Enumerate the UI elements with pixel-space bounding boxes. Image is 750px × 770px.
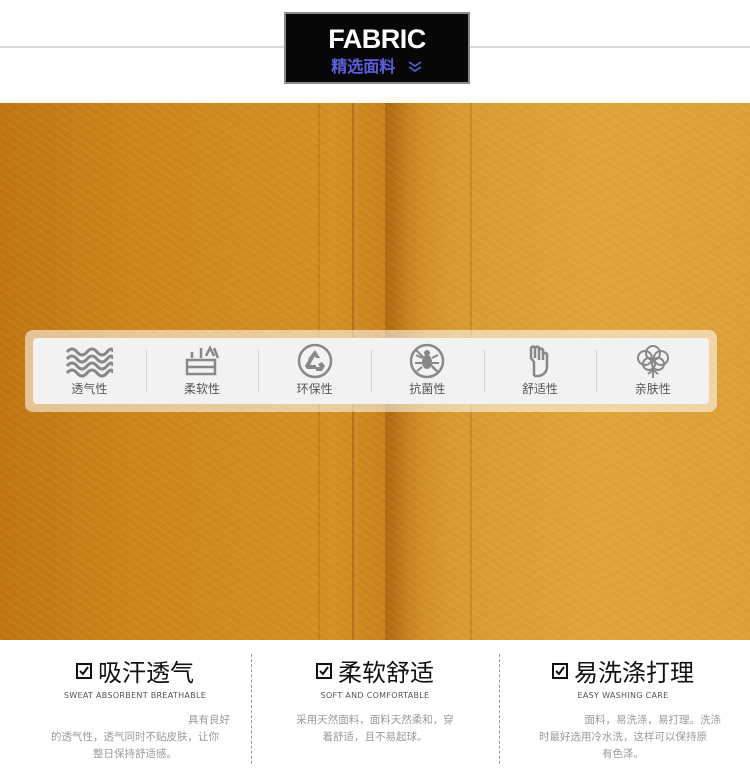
recycle-icon <box>297 343 332 379</box>
info-description: 采用天然面料，面料天然柔和，穿 着舒适，且不易起球。 <box>296 714 454 743</box>
column-divider <box>499 654 500 764</box>
feature-breathable: 透气性 <box>33 338 146 404</box>
checkbox-icon <box>316 663 332 679</box>
feature-label: 透气性 <box>71 382 108 396</box>
info-column-soft: 柔软舒适 SOFT AND COMFORTABLE 采用天然面料，面料天然柔和，… <box>280 640 470 770</box>
feature-label: 抗菌性 <box>409 382 446 396</box>
soft-cushion-icon <box>185 345 220 376</box>
info-title: 柔软舒适 <box>338 659 434 687</box>
info-title: 吸汗透气 <box>98 659 194 687</box>
cotton-icon <box>636 345 669 378</box>
feature-comfort: 舒适性 <box>483 338 597 404</box>
info-heading: 吸汗透气 <box>40 658 230 688</box>
header-rule-left <box>0 46 284 48</box>
fabric-badge: FABRIC 精选面料 <box>284 12 470 84</box>
info-heading: 柔软舒适 <box>280 658 470 688</box>
info-subtitle: SOFT AND COMFORTABLE <box>320 691 430 700</box>
feature-label: 舒适性 <box>522 382 559 396</box>
badge-title: FABRIC <box>328 24 426 54</box>
info-column-easy-care: 易洗涤打理 EASY WASHING CARE 面料，易洗涤，易打理。洗涤 时最… <box>525 640 721 770</box>
info-subtitle: SWEAT ABSORBENT BREATHABLE <box>63 691 207 700</box>
checkbox-icon <box>552 663 568 679</box>
waves-icon <box>66 347 114 378</box>
header-rule-right <box>470 46 750 48</box>
info-column-breathable: 吸汗透气 SWEAT ABSORBENT BREATHABLE 具有良好 的透气… <box>40 640 230 770</box>
checkbox-icon <box>76 663 92 679</box>
feature-label: 环保性 <box>296 382 333 396</box>
info-heading: 易洗涤打理 <box>525 658 721 688</box>
hand-icon <box>529 345 549 378</box>
info-description: 面料，易洗涤，易打理。洗涤 时最好选用冷水洗，这样可以保持原 有色泽。 <box>539 714 721 760</box>
column-divider <box>251 654 252 764</box>
double-chevron-down-icon <box>407 59 423 77</box>
feature-antibacterial: 抗菌性 <box>371 338 484 404</box>
no-bug-icon <box>410 343 445 379</box>
badge-subtitle-row: 精选面料 <box>286 58 468 77</box>
info-subtitle: EASY WASHING CARE <box>577 691 669 700</box>
badge-subtitle: 精选面料 <box>331 57 396 76</box>
feature-label: 柔软性 <box>184 382 221 396</box>
info-description: 具有良好 的透气性，透气同时不贴皮肤，让你 整日保持舒适感。 <box>51 714 230 760</box>
feature-skin-friendly: 亲肤性 <box>596 338 709 404</box>
info-title: 易洗涤打理 <box>574 659 694 687</box>
feature-eco: 环保性 <box>258 338 371 404</box>
feature-label: 亲肤性 <box>634 382 671 396</box>
section-header: FABRIC 精选面料 <box>0 0 750 103</box>
product-detail-page: FABRIC 精选面料 透气性 柔软性 环保性 抗菌性 舒适性 亲肤性 吸汗透气… <box>0 0 750 770</box>
feature-bar: 透气性 柔软性 环保性 抗菌性 舒适性 亲肤性 <box>25 330 717 412</box>
feature-soft: 柔软性 <box>145 338 259 404</box>
fabric-info: 吸汗透气 SWEAT ABSORBENT BREATHABLE 具有良好 的透气… <box>0 640 750 770</box>
